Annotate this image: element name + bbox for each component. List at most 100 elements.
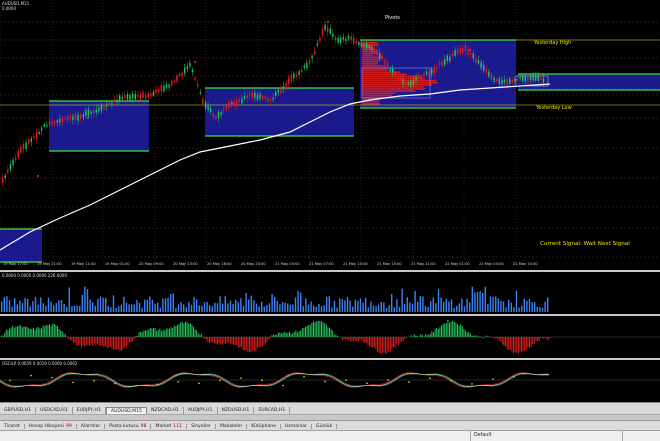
histogram-bar [203,337,204,338]
histogram-subwindow[interactable] [0,316,660,358]
histogram-bar [161,331,162,337]
volume-bar [123,297,124,312]
time-axis-label: 20 May 13:00 [173,262,198,266]
candle-body [525,76,526,81]
volume-bar [58,300,59,312]
candle-body [129,95,130,100]
candle-body [228,102,229,108]
histogram-bar [459,326,460,337]
histogram-bar [417,336,418,337]
histogram-bar [230,337,231,344]
histogram-bar [212,337,213,343]
oscillator-dot [366,382,368,384]
histogram-bar [524,337,525,351]
histogram-bar [123,337,124,349]
oscillator-dot [156,384,158,386]
candle-body [337,38,338,43]
histogram-bar [387,337,388,353]
terminal-tab[interactable]: Market111 [151,424,187,429]
terminal-tab-label: Posta kutusu [109,424,138,429]
candle-body [90,111,91,114]
candle-body [38,132,39,134]
terminal-tab[interactable]: Günlük [312,424,337,429]
histogram-bar [351,337,352,342]
candle-body [366,43,367,48]
profile-bar [362,90,415,92]
profile-bar [362,95,392,97]
terminal-tab[interactable]: Uzmanlar [281,424,312,429]
candle-body [189,63,190,67]
histogram-bar [63,333,64,337]
histogram-bar [211,337,212,342]
candle-body [317,43,318,45]
histogram-bar [47,325,48,337]
histogram-bar [46,325,47,337]
volume-bar [308,305,309,312]
histogram-bar [291,334,292,337]
candle-body [244,96,245,98]
candle-body [517,79,518,81]
histogram-bar [195,330,196,337]
histogram-bar [388,337,389,351]
terminal-tab[interactable]: Alarmlar [77,424,106,429]
volume-bar [352,307,353,312]
volume-bar [173,293,174,312]
terminal-tab[interactable]: Hesap Hikayesi99 [25,424,77,429]
candle-body [25,143,26,149]
volume-bar [17,304,18,312]
signal-dot [327,21,329,23]
histogram-bar [532,337,533,344]
histogram-bar [143,330,144,337]
volume-bar [35,297,36,312]
histogram-bar [83,337,84,345]
candle-body [535,76,536,81]
time-axis-label: 20 May 23:00 [241,262,266,266]
time-axis-label: 20 May 09:00 [139,262,164,266]
volume-bar [534,302,535,312]
histogram-bar [295,330,296,337]
oscillator-dot [135,385,137,387]
candle-body [530,76,531,80]
main-chart[interactable]: AUDUSD,M15 0.0000 Pivots Yesterday High … [0,0,660,270]
candle-body [486,69,487,73]
profile-bar [362,65,386,67]
candle-body [49,121,50,125]
volume-bar [422,296,423,312]
volume-bar [448,302,449,312]
candle-body [345,39,346,41]
volume-bar [24,298,25,312]
histogram-bar [363,337,364,342]
volume-bar [492,297,493,312]
volume-bar [401,289,402,312]
histogram-bar [473,336,474,337]
volume-bar [290,305,291,312]
candle-body [75,114,76,120]
volume-bar [453,308,454,312]
histogram-bar [60,331,61,337]
terminal-tab[interactable]: Posta kutusu98 [105,424,151,429]
histogram-bar [247,337,248,352]
histogram-bar [17,326,18,337]
histogram-bar [259,337,260,347]
time-axis-label: 21 May 10:00 [343,262,368,266]
volume-bar [303,306,304,312]
candle-body [179,74,180,76]
histogram-bar [415,336,416,337]
volume-bar [295,297,296,312]
candle-body [371,47,372,50]
histogram-bar [499,337,500,340]
histogram-bar [310,325,311,337]
volume-subwindow[interactable]: 0.0000 0.0000 0.0000 226.0000 [0,272,660,314]
oscillator-subwindow[interactable]: OSCILP 0.0059 0.0019 0.0000 0.0062 [0,360,660,400]
terminal-tab[interactable]: Sinyaller [187,424,216,429]
volume-bar [9,300,10,312]
volume-bar [147,300,148,312]
terminal-tab[interactable]: Makaleler [216,424,247,429]
terminal-tab[interactable]: Kütüphane [247,424,281,429]
candle-body [80,115,81,119]
volume-bar [409,302,410,312]
histogram-bar [529,337,530,348]
histogram-bar [1,336,2,337]
terminal-tab[interactable]: Ticaret [0,424,25,429]
time-axis-label: 20 May 16:00 [207,262,232,266]
